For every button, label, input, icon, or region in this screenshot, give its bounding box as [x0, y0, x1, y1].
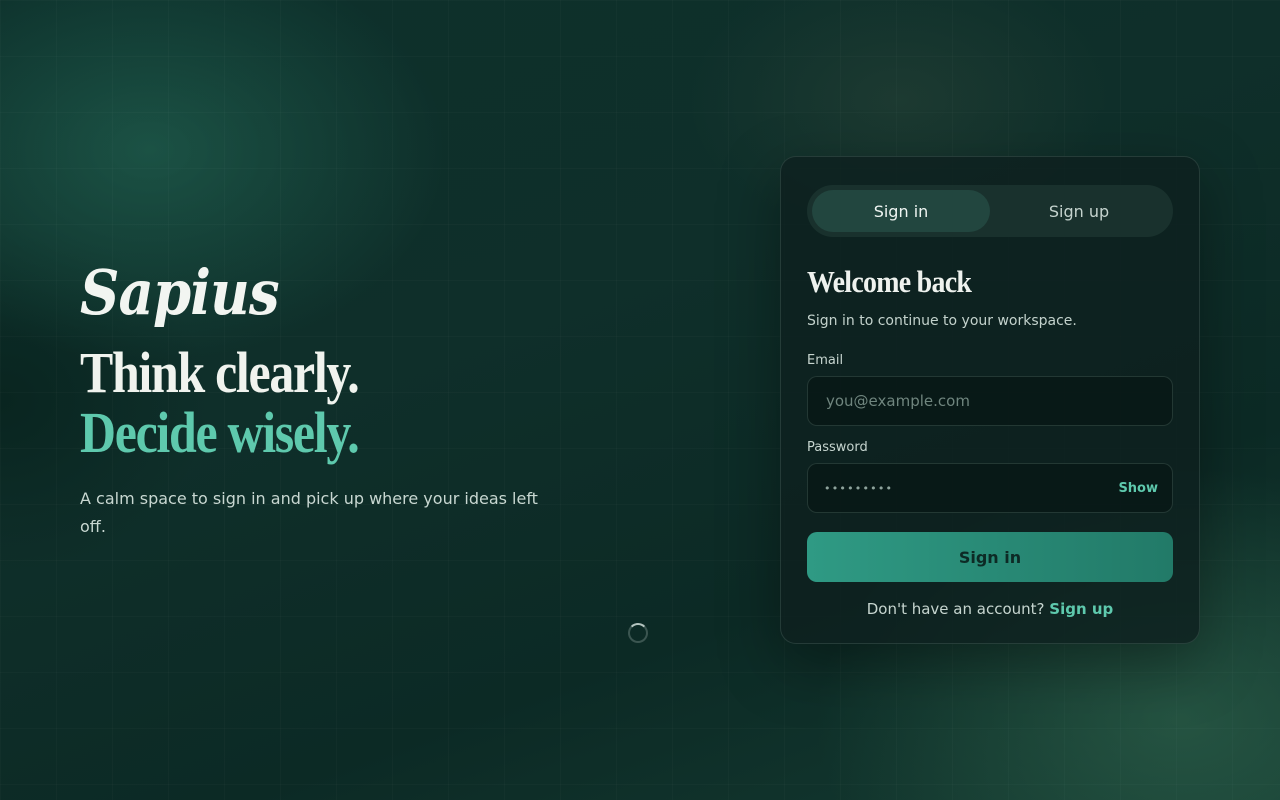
hero-section: Sapius Think clearly. Decide wisely. A c… — [80, 255, 560, 541]
email-field-wrapper — [807, 376, 1173, 426]
email-label: Email — [807, 353, 844, 368]
spinner-icon — [628, 623, 648, 643]
brand-logo: Sapius — [80, 256, 280, 329]
auth-tabs: Sign in Sign up — [807, 185, 1173, 237]
tagline: A calm space to sign in and pick up wher… — [80, 489, 538, 536]
card-title: Welcome back — [807, 264, 972, 299]
sign-in-button[interactable]: Sign in — [807, 532, 1173, 582]
headline: Think clearly. Decide wisely. — [80, 343, 493, 463]
headline-line-2: Decide wisely. — [80, 400, 360, 465]
password-field[interactable]: ••••••••• Show — [807, 463, 1173, 513]
password-value[interactable]: ••••••••• — [824, 482, 1118, 495]
tab-sign-up[interactable]: Sign up — [990, 190, 1168, 232]
email-field[interactable] — [824, 391, 1158, 411]
signup-prompt: Don't have an account? Sign up — [807, 600, 1173, 618]
password-label: Password — [807, 440, 868, 455]
card-subtitle: Sign in to continue to your workspace. — [807, 313, 1077, 329]
tab-sign-in[interactable]: Sign in — [812, 190, 990, 232]
sign-up-link[interactable]: Sign up — [1049, 600, 1113, 618]
auth-card: Sign in Sign up Welcome back Sign in to … — [780, 156, 1200, 644]
headline-line-1: Think clearly. — [80, 340, 360, 405]
show-password-button[interactable]: Show — [1118, 481, 1158, 496]
signup-prompt-text: Don't have an account? — [866, 600, 1045, 618]
